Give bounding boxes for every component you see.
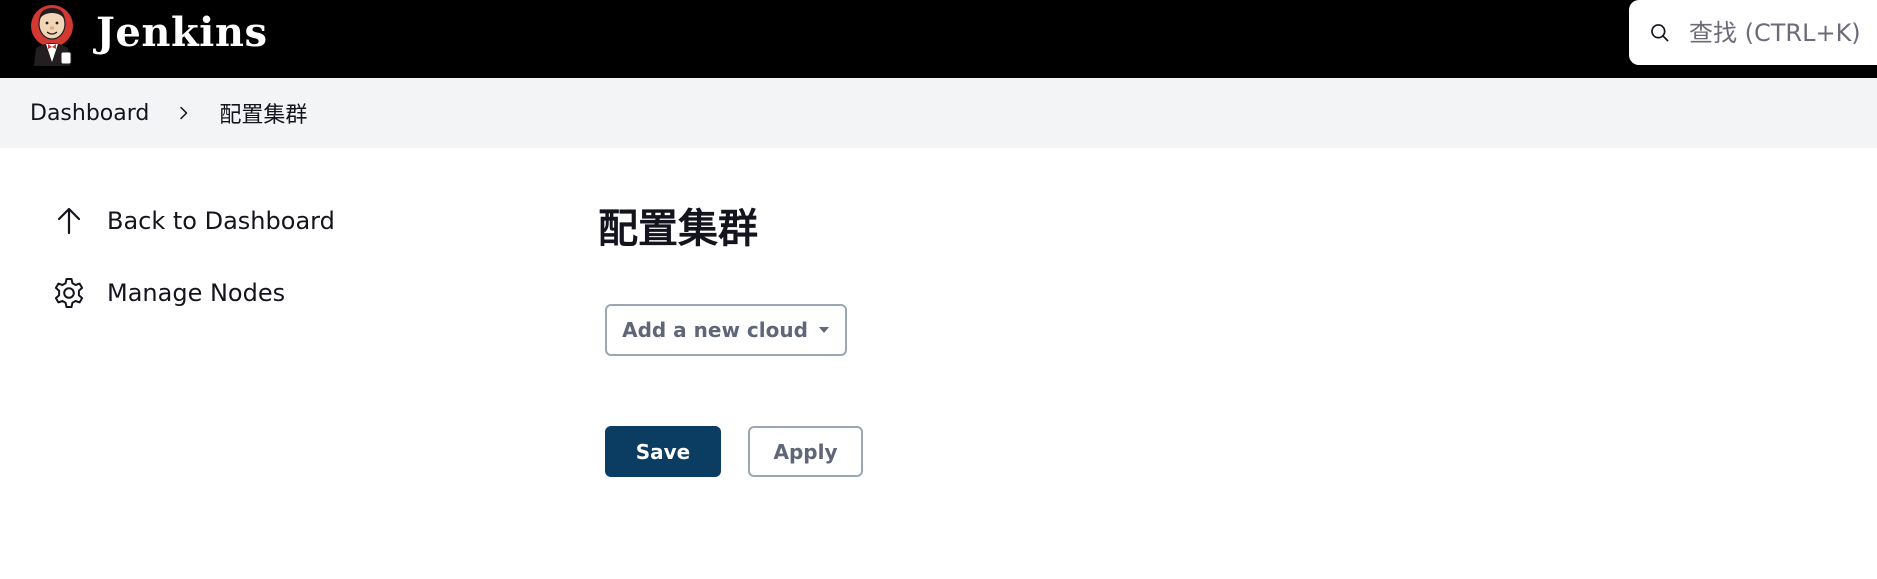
breadcrumb-dashboard-link[interactable]: Dashboard [30, 101, 149, 126]
sidebar-item-label: Back to Dashboard [107, 207, 335, 235]
add-new-cloud-button[interactable]: Add a new cloud [605, 304, 847, 356]
jenkins-logo-icon [31, 5, 73, 66]
sidebar-item-back-to-dashboard[interactable]: Back to Dashboard [52, 199, 335, 243]
sidebar-item-label: Manage Nodes [107, 279, 286, 307]
search-input[interactable] [1689, 18, 1877, 47]
search-bar[interactable] [1629, 0, 1877, 65]
chevron-right-icon [180, 106, 188, 120]
breadcrumb: Dashboard 配置集群 [0, 78, 1877, 148]
breadcrumb-current-page[interactable]: 配置集群 [219, 97, 307, 129]
page-header: Jenkins [0, 0, 1877, 78]
page-title: 配置集群 [598, 206, 758, 252]
sidebar-item-manage-nodes[interactable]: Manage Nodes [52, 271, 285, 315]
arrow-up-icon [57, 207, 81, 235]
gear-icon [54, 278, 84, 308]
apply-button[interactable]: Apply [748, 426, 863, 477]
search-icon [1651, 23, 1669, 41]
jenkins-home-link[interactable]: Jenkins [28, 0, 267, 66]
caret-down-icon [818, 327, 829, 333]
save-button[interactable]: Save [605, 426, 721, 477]
brand-name: Jenkins [96, 9, 268, 56]
add-new-cloud-label: Add a new cloud [622, 318, 808, 342]
